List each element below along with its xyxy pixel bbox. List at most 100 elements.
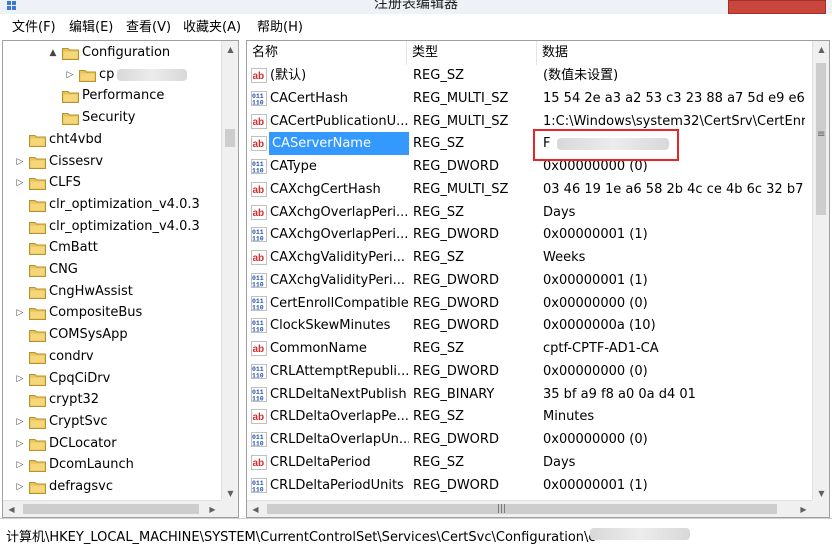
tree-item[interactable]: clr_optimization_v4.0.3 (3, 194, 221, 216)
value-row[interactable]: 011 110 CAXchgOverlapPeri... REG_DWORD 0x000… (247, 223, 813, 246)
value-row[interactable]: 011 110 CAXchgValidityPeri... REG_DWORD 0x00… (247, 269, 813, 292)
tree-scroll-right-icon[interactable]: ▶ (204, 501, 221, 517)
tree-item[interactable]: ▷ DcomLaunch (3, 454, 221, 476)
tree-item[interactable]: ▷ Cissesrv (3, 151, 221, 173)
value-row[interactable]: ab CAXchgCertHash REG_MULTI_SZ 03 46 19 1e … (247, 178, 813, 201)
folder-icon (62, 89, 79, 104)
tree-item-label: Cissesrv (49, 153, 104, 169)
value-data: 0x00000000 (0) (543, 363, 648, 379)
value-row[interactable]: 011 110 CAType REG_DWORD 0x00000000 (0) (247, 155, 813, 178)
value-data: 0x00000001 (1) (543, 272, 648, 288)
binary-value-icon: 011 110 (251, 227, 267, 243)
tree-item-label: Security (82, 110, 136, 126)
column-header-data[interactable]: 数据 (537, 41, 814, 65)
value-name: CRLDeltaNextPublish (270, 386, 407, 402)
expand-arrow-icon[interactable]: ▷ (15, 454, 25, 476)
values-vertical-scrollbar[interactable]: ▲ ≡ ▼ (812, 41, 829, 502)
tree-item[interactable]: CmBatt (3, 237, 221, 259)
expand-arrow-icon[interactable]: ▷ (15, 476, 25, 498)
expand-arrow-icon[interactable]: ▷ (15, 433, 25, 455)
value-row[interactable]: 011 110 CRLAttemptRepubli... REG_DWORD 0x000… (247, 360, 813, 383)
column-header-name[interactable]: 名称 (247, 41, 407, 65)
menu-file[interactable]: 文件(F) (10, 19, 58, 37)
tree-item[interactable]: clr_optimization_v4.0.3 (3, 216, 221, 238)
binary-value-icon: 011 110 (251, 477, 267, 493)
expand-arrow-icon[interactable]: ▷ (15, 411, 25, 433)
svg-text:ab: ab (253, 344, 265, 355)
tree-item-label: COMSysApp (49, 327, 128, 343)
close-button[interactable] (728, 0, 826, 14)
tree-item[interactable]: ▷ CryptSvc (3, 411, 221, 433)
menu-favorites[interactable]: 收藏夹(A) (181, 19, 243, 37)
tree-item[interactable]: COMSysApp (3, 324, 221, 346)
values-scroll-right-icon[interactable]: ▶ (795, 501, 812, 517)
folder-icon (29, 306, 46, 321)
tree-item[interactable]: ▲ Configuration (3, 42, 221, 64)
value-row[interactable]: 011 110 ClockSkewMinutes REG_DWORD 0x0000000… (247, 314, 813, 337)
tree-item[interactable]: crypt32 (3, 389, 221, 411)
tree-item[interactable]: cht4vbd (3, 129, 221, 151)
tree-item-label: clr_optimization_v4.0.3 (49, 196, 200, 212)
tree-item-label: CNG (49, 262, 78, 277)
folder-icon (29, 372, 46, 386)
values-scroll-up-icon[interactable]: ▲ (813, 41, 829, 58)
column-header-type[interactable]: 类型 (407, 41, 537, 65)
value-data: Minutes (543, 409, 595, 425)
tree-scroll-thumb[interactable] (225, 129, 235, 147)
value-row[interactable]: ab CAXchgValidityPeri... REG_SZ Weeks (247, 246, 813, 269)
tree-item[interactable]: CngHwAssist (3, 281, 221, 303)
value-row[interactable]: ab CommonName REG_SZ cptf-CPTF-AD1-CA (247, 337, 813, 360)
tree-item[interactable]: Performance (3, 85, 221, 107)
tree-item[interactable]: ▷ defragsvc (3, 476, 221, 498)
tree-vertical-scrollbar[interactable]: ▲ ▼ (221, 41, 238, 502)
expand-arrow-icon[interactable]: ▷ (15, 368, 25, 390)
expand-arrow-icon[interactable]: ▷ (15, 172, 25, 194)
tree-scroll-left-icon[interactable]: ◀ (3, 501, 20, 517)
value-row[interactable]: ab CACertPublicationU... REG_MULTI_SZ 1:C:\… (247, 110, 813, 133)
tree-item[interactable]: CNG (3, 259, 221, 281)
value-data: 0x00000000 (0) (543, 295, 648, 311)
tree-item[interactable]: ▷ CpqCiDrv (3, 368, 221, 390)
tree-item[interactable]: Security (3, 107, 221, 129)
folder-icon (29, 437, 46, 451)
key-tree-pane[interactable]: ▲ Configuration ▷ cp Performance Security cht4… (2, 40, 239, 518)
value-name: CRLAttemptRepubli... (270, 363, 409, 379)
tree-item[interactable]: ▷ DCLocator (3, 433, 221, 455)
values-list-pane[interactable]: 名称 类型 数据 ab (默认) REG_SZ (数值未设置) 011 110 CACert… (246, 40, 830, 518)
tree-item[interactable]: ▷ cp (3, 64, 221, 86)
value-row[interactable]: 011 110 CRLDeltaNextPublish REG_BINARY 35 bf… (247, 383, 813, 406)
svg-text:ab: ab (253, 71, 265, 82)
tree-item-label: defragsvc (49, 479, 114, 494)
folder-icon (29, 220, 46, 234)
menu-edit[interactable]: 编辑(E) (67, 19, 115, 37)
values-horizontal-scrollbar[interactable]: ◀ ||| ▶ (247, 500, 812, 517)
expand-arrow-icon[interactable]: ▷ (15, 151, 25, 173)
tree-item[interactable]: condrv (3, 346, 221, 368)
tree-hscroll-thumb[interactable] (23, 504, 199, 514)
value-row[interactable]: 011 110 CRLDeltaPeriodUnits REG_DWORD 0x0000… (247, 474, 813, 497)
expand-arrow-icon[interactable]: ▷ (15, 302, 25, 324)
value-row[interactable]: ab (默认) REG_SZ (数值未设置) (247, 64, 813, 87)
tree-horizontal-scrollbar[interactable]: ◀ ▶ (3, 500, 221, 517)
value-row[interactable]: 011 110 CACertHash REG_MULTI_SZ 15 54 2e a3 … (247, 87, 813, 110)
value-row[interactable]: ab CRLDeltaPeriod REG_SZ Days (247, 451, 813, 474)
values-hscroll-thumb[interactable] (267, 504, 777, 514)
value-row[interactable]: 011 110 CertEnrollCompatible REG_DWORD 0x000… (247, 292, 813, 315)
values-scroll-left-icon[interactable]: ◀ (247, 501, 264, 517)
tree-item-label: cp (99, 66, 115, 82)
highlight-annotation-box (533, 129, 679, 161)
menu-view[interactable]: 查看(V) (124, 19, 173, 37)
value-row[interactable]: ab CAServerName REG_SZ F (247, 132, 813, 156)
value-row[interactable]: 011 110 CRLDeltaOverlapUn... REG_DWORD 0x000… (247, 428, 813, 451)
collapse-arrow-icon[interactable]: ▲ (48, 42, 58, 64)
value-row[interactable]: ab CAXchgOverlapPeri... REG_SZ Days (247, 201, 813, 224)
menu-help[interactable]: 帮助(H) (255, 19, 305, 37)
value-name: CAXchgOverlapPeri... (270, 227, 409, 243)
folder-icon (62, 46, 79, 60)
tree-item[interactable]: ▷ CompositeBus (3, 302, 221, 324)
string-value-icon: ab (251, 454, 267, 470)
tree-item[interactable]: ▷ CLFS (3, 172, 221, 194)
value-row[interactable]: ab CRLDeltaOverlapPe... REG_SZ Minutes (247, 405, 813, 428)
expand-arrow-icon[interactable]: ▷ (65, 64, 75, 86)
tree-scroll-up-icon[interactable]: ▲ (222, 41, 238, 58)
